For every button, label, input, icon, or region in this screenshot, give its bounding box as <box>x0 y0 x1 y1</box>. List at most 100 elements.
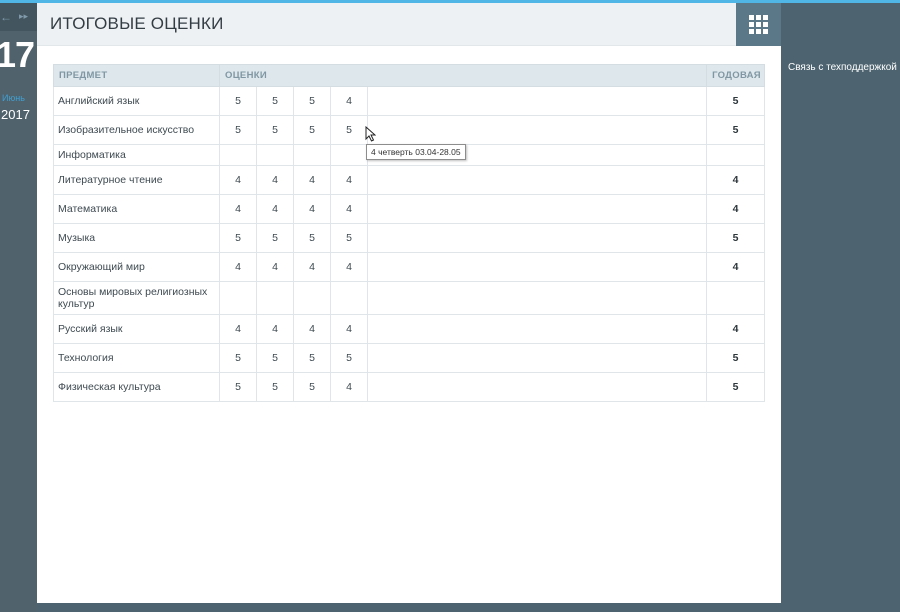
grades-empty-cell <box>366 194 708 224</box>
table-row: Математика 4 4 4 4 4 <box>53 194 766 224</box>
grade-cell[interactable] <box>219 144 257 166</box>
grade-cell[interactable]: 5 <box>219 223 257 253</box>
term-tooltip: 4 четверть 03.04-28.05 <box>366 144 466 160</box>
grades-empty-cell <box>366 165 708 195</box>
grade-cell[interactable]: 4 <box>293 165 331 195</box>
current-month[interactable]: Июнь <box>2 93 25 103</box>
grade-cell[interactable]: 5 <box>330 343 368 373</box>
grade-cell[interactable] <box>293 144 331 166</box>
subject-cell: Технология <box>53 343 220 373</box>
grade-cell[interactable]: 4 <box>330 314 368 344</box>
grade-cell[interactable]: 4 <box>256 314 294 344</box>
subject-cell: Окружающий мир <box>53 252 220 282</box>
grades-empty-cell <box>366 281 708 315</box>
table-header-row: ПРЕДМЕТ ОЦЕНКИ ГОДОВАЯ <box>53 64 766 87</box>
grades-empty-cell <box>366 314 708 344</box>
subject-cell: Музыка <box>53 223 220 253</box>
grade-cell[interactable] <box>330 144 368 166</box>
annual-grade-cell <box>706 281 766 315</box>
grade-cell[interactable]: 4 <box>330 86 368 116</box>
annual-grade-cell: 5 <box>706 372 766 402</box>
subject-cell: Русский язык <box>53 314 220 344</box>
subject-cell: Изобразительное искусство <box>53 115 220 145</box>
grade-cell[interactable]: 5 <box>293 372 331 402</box>
grade-cell[interactable]: 4 <box>256 165 294 195</box>
grid-icon <box>749 15 769 35</box>
annual-grade-cell: 5 <box>706 86 766 116</box>
grade-cell[interactable]: 5 <box>219 372 257 402</box>
grade-cell[interactable]: 4 <box>219 194 257 224</box>
grade-cell[interactable]: 4 <box>256 252 294 282</box>
annual-grade-cell: 4 <box>706 252 766 282</box>
subject-cell: Информатика <box>53 144 220 166</box>
annual-grade-cell: 5 <box>706 223 766 253</box>
grade-cell[interactable]: 5 <box>219 343 257 373</box>
grade-cell[interactable]: 4 <box>219 165 257 195</box>
grade-cell[interactable]: 4 <box>293 314 331 344</box>
apps-menu-button[interactable] <box>736 3 781 46</box>
grade-cell[interactable]: 4 <box>256 194 294 224</box>
subject-cell: Основы мировых религиозных культур <box>53 281 220 315</box>
grade-cell[interactable]: 5 <box>219 115 257 145</box>
page-title: ИТОГОВЫЕ ОЦЕНКИ <box>50 14 224 33</box>
grades-empty-cell <box>366 252 708 282</box>
grade-cell[interactable]: 5 <box>330 223 368 253</box>
grade-cell[interactable] <box>330 281 368 315</box>
support-link[interactable]: Связь с техподдержкой <box>788 62 897 73</box>
grade-cell[interactable]: 5 <box>293 115 331 145</box>
annual-grade-cell <box>706 144 766 166</box>
grades-card: ИТОГОВЫЕ ОЦЕНКИ ПРЕДМЕТ ОЦЕНКИ ГОДОВАЯ А… <box>37 3 781 603</box>
annual-grade-cell: 5 <box>706 115 766 145</box>
grades-empty-cell <box>366 86 708 116</box>
grade-cell[interactable] <box>219 281 257 315</box>
subject-cell: Английский язык <box>53 86 220 116</box>
grades-table: ПРЕДМЕТ ОЦЕНКИ ГОДОВАЯ Английский язык 5 5… <box>53 64 766 402</box>
table-row: Литературное чтение 4 4 4 4 4 <box>53 165 766 195</box>
grade-cell[interactable] <box>256 144 294 166</box>
grades-empty-cell <box>366 115 708 145</box>
grade-cell[interactable]: 4 <box>330 252 368 282</box>
subject-cell: Литературное чтение <box>53 165 220 195</box>
current-year[interactable]: 2017 <box>1 107 30 122</box>
grade-cell[interactable]: 4 <box>330 165 368 195</box>
grade-cell[interactable]: 5 <box>293 223 331 253</box>
table-row: Изобразительное искусство 5 5 5 5 5 <box>53 115 766 145</box>
grade-cell[interactable]: 5 <box>293 86 331 116</box>
arrow-left-icon[interactable]: ← <box>0 10 12 24</box>
grade-cell[interactable]: 4 <box>219 252 257 282</box>
grade-cell[interactable]: 5 <box>256 115 294 145</box>
grades-empty-cell <box>366 223 708 253</box>
grade-cell[interactable]: 5 <box>256 343 294 373</box>
grade-cell[interactable]: 4 <box>293 252 331 282</box>
card-header: ИТОГОВЫЕ ОЦЕНКИ <box>37 3 781 46</box>
grade-cell[interactable]: 5 <box>256 86 294 116</box>
grade-cell[interactable] <box>256 281 294 315</box>
grades-empty-cell <box>366 372 708 402</box>
annual-grade-cell: 4 <box>706 194 766 224</box>
column-header-annual: ГОДОВАЯ <box>706 64 766 87</box>
table-row: Физическая культура 5 5 5 4 5 <box>53 372 766 402</box>
table-row: Русский язык 4 4 4 4 4 <box>53 314 766 344</box>
fast-forward-icon[interactable]: ▸▸ <box>19 11 28 22</box>
current-day: 17 <box>0 34 35 75</box>
grade-cell[interactable] <box>293 281 331 315</box>
table-row: Окружающий мир 4 4 4 4 4 <box>53 252 766 282</box>
grade-cell[interactable]: 5 <box>256 223 294 253</box>
table-row: Технология 5 5 5 5 5 <box>53 343 766 373</box>
subject-cell: Физическая культура <box>53 372 220 402</box>
column-header-grades: ОЦЕНКИ <box>218 64 708 87</box>
grade-cell[interactable]: 4 <box>219 314 257 344</box>
grade-cell[interactable]: 4 <box>330 194 368 224</box>
table-row: Основы мировых религиозных культур <box>53 281 766 315</box>
table-row: Музыка 5 5 5 5 5 <box>53 223 766 253</box>
grade-cell[interactable]: 4 <box>293 194 331 224</box>
annual-grade-cell: 5 <box>706 343 766 373</box>
annual-grade-cell: 4 <box>706 314 766 344</box>
grade-cell[interactable]: 5 <box>293 343 331 373</box>
table-row: Английский язык 5 5 5 4 5 <box>53 86 766 116</box>
subject-cell: Математика <box>53 194 220 224</box>
grade-cell[interactable]: 5 <box>219 86 257 116</box>
grade-cell[interactable]: 5 <box>330 115 368 145</box>
grade-cell[interactable]: 5 <box>256 372 294 402</box>
grade-cell[interactable]: 4 <box>330 372 368 402</box>
